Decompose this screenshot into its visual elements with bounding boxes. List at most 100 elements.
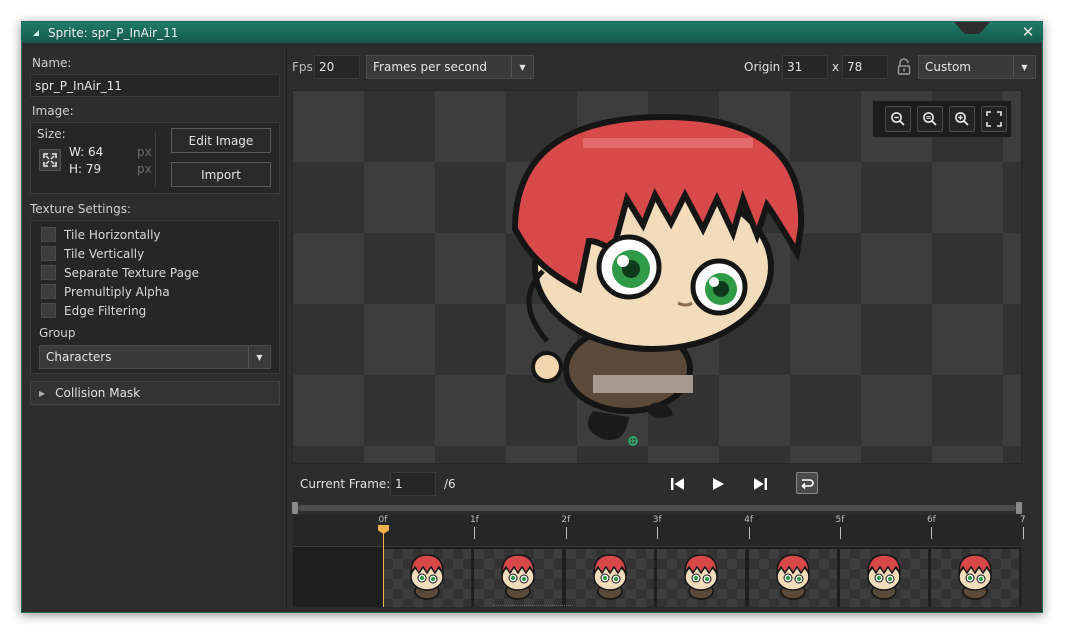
name-field[interactable]: spr_P_InAir_11 bbox=[30, 74, 280, 97]
image-label: Image: bbox=[32, 104, 74, 118]
resize-icon[interactable] bbox=[39, 149, 61, 171]
width-unit: px bbox=[137, 145, 152, 159]
texture-settings-panel: Tile Horizontally Tile Vertically Separa… bbox=[30, 220, 280, 374]
expand-arrow-icon[interactable]: ▶ bbox=[39, 389, 45, 398]
character-thumbnail bbox=[593, 554, 627, 600]
range-track bbox=[298, 505, 1016, 511]
zoom-reset-icon[interactable] bbox=[917, 106, 943, 132]
title-bar[interactable]: ◢ Sprite: spr_P_InAir_11 ✕ bbox=[22, 22, 1042, 43]
fps-input[interactable]: 20 bbox=[314, 55, 360, 79]
timeline-ruler[interactable]: 0f 1f 2f 3f 4f 5f 6f 7 bbox=[293, 515, 1026, 547]
ruler-tick bbox=[657, 527, 659, 539]
ruler-tick-label: 1f bbox=[469, 515, 479, 525]
skip-forward-icon[interactable] bbox=[752, 476, 768, 495]
zoom-in-icon[interactable] bbox=[949, 106, 975, 132]
import-button[interactable]: Import bbox=[171, 162, 271, 187]
sprite-view: Fps 20 Frames per second ▼ Origin 31 x 7… bbox=[292, 48, 1038, 608]
title-notch bbox=[954, 22, 990, 34]
frame-thumbnail[interactable] bbox=[474, 549, 564, 607]
skip-back-icon[interactable] bbox=[670, 476, 686, 495]
frame-timeline[interactable]: 0f 1f 2f 3f 4f 5f 6f 7 bbox=[292, 514, 1026, 608]
collision-mask-section[interactable]: ▶ Collision Mask bbox=[30, 381, 280, 405]
range-end-handle[interactable] bbox=[1016, 502, 1022, 514]
character-thumbnail bbox=[410, 554, 444, 600]
frame-thumbnail[interactable] bbox=[840, 549, 929, 607]
origin-separator: x bbox=[832, 60, 840, 74]
zoom-out-icon[interactable] bbox=[885, 106, 911, 132]
chevron-down-icon[interactable]: ▼ bbox=[511, 56, 533, 78]
fps-label: Fps bbox=[292, 60, 313, 74]
play-icon[interactable] bbox=[710, 476, 726, 495]
ruler-tick-label: 4f bbox=[744, 515, 754, 525]
ruler-tick bbox=[748, 527, 750, 539]
resize-grip[interactable] bbox=[493, 605, 573, 607]
fullscreen-icon[interactable] bbox=[981, 106, 1007, 132]
origin-preset-dropdown[interactable]: Custom ▼ bbox=[918, 55, 1036, 79]
ruler-tick bbox=[1022, 527, 1024, 539]
sprite-canvas[interactable] bbox=[292, 90, 1022, 464]
collapse-icon[interactable]: ◢ bbox=[28, 28, 44, 37]
fps-mode-dropdown[interactable]: Frames per second ▼ bbox=[366, 55, 534, 79]
group-value: Characters bbox=[46, 350, 112, 364]
character-thumbnail bbox=[775, 554, 810, 600]
tile-horizontally-checkbox[interactable]: Tile Horizontally bbox=[41, 227, 161, 242]
ruler-tick-label: 7 bbox=[1019, 515, 1026, 525]
checkbox-box[interactable] bbox=[41, 303, 56, 318]
window-title: Sprite: spr_P_InAir_11 bbox=[48, 25, 179, 40]
character-thumbnail bbox=[501, 554, 536, 600]
checkbox-box[interactable] bbox=[41, 246, 56, 261]
edge-filtering-checkbox[interactable]: Edge Filtering bbox=[41, 303, 146, 318]
ruler-tick-label: 3f bbox=[652, 515, 662, 525]
checkbox-box[interactable] bbox=[41, 265, 56, 280]
ruler-tick-label: 6f bbox=[926, 515, 936, 525]
current-frame-label: Current Frame: bbox=[300, 477, 391, 491]
premultiply-alpha-checkbox[interactable]: Premultiply Alpha bbox=[41, 284, 170, 299]
frame-controls: Current Frame: 1 /6 bbox=[292, 468, 1022, 500]
collision-mask-label: Collision Mask bbox=[55, 386, 141, 400]
playhead[interactable] bbox=[378, 525, 389, 607]
zoom-toolbar bbox=[873, 101, 1011, 137]
ruler-tick bbox=[840, 527, 841, 539]
timeline-range-slider[interactable] bbox=[292, 502, 1022, 514]
image-panel: Size: W: 64 H: 79 px px Edit Image Impor… bbox=[30, 122, 280, 194]
close-icon[interactable]: ✕ bbox=[1018, 22, 1038, 43]
frame-total: /6 bbox=[444, 477, 456, 491]
frame-thumbnail[interactable] bbox=[565, 549, 655, 607]
current-frame-input[interactable]: 1 bbox=[390, 472, 436, 496]
size-label: Size: bbox=[37, 127, 66, 141]
checkbox-box[interactable] bbox=[41, 227, 56, 242]
size-divider bbox=[155, 131, 156, 187]
frame-thumbnail[interactable] bbox=[748, 549, 838, 607]
ruler-tick-label: 5f bbox=[835, 515, 845, 525]
ruler-tick-label: 2f bbox=[561, 515, 571, 525]
character-thumbnail bbox=[867, 554, 901, 600]
range-start-handle[interactable] bbox=[292, 502, 298, 514]
frame-thumbnail[interactable] bbox=[931, 549, 1021, 607]
group-label: Group bbox=[39, 326, 76, 340]
tile-vertically-checkbox[interactable]: Tile Vertically bbox=[41, 246, 144, 261]
ruler-tick bbox=[474, 527, 476, 539]
character-thumbnail bbox=[684, 554, 718, 600]
fps-mode-value: Frames per second bbox=[373, 60, 487, 74]
checkbox-box[interactable] bbox=[41, 284, 56, 299]
sprite-editor-window: ◢ Sprite: spr_P_InAir_11 ✕ Name: spr_P_I… bbox=[21, 21, 1043, 613]
separate-texture-page-checkbox[interactable]: Separate Texture Page bbox=[41, 265, 199, 280]
ruler-tick bbox=[931, 527, 933, 539]
checkbox-label: Tile Horizontally bbox=[64, 227, 161, 242]
chevron-down-icon[interactable]: ▼ bbox=[1013, 56, 1035, 78]
checkbox-label: Edge Filtering bbox=[64, 303, 147, 318]
loop-icon[interactable] bbox=[796, 472, 818, 494]
frame-thumbnail[interactable] bbox=[383, 549, 472, 607]
lock-icon[interactable] bbox=[896, 58, 912, 76]
name-label: Name: bbox=[32, 56, 72, 70]
group-dropdown[interactable]: Characters ▼ bbox=[39, 345, 271, 369]
origin-y-input[interactable]: 78 bbox=[842, 55, 888, 79]
panel-divider bbox=[286, 48, 287, 608]
chevron-down-icon[interactable]: ▼ bbox=[248, 346, 270, 368]
height-value: H: 79 bbox=[69, 162, 102, 176]
edit-image-button[interactable]: Edit Image bbox=[171, 128, 271, 153]
ruler-tick-label: 0f bbox=[378, 515, 388, 525]
origin-x-input[interactable]: 31 bbox=[782, 55, 828, 79]
origin-label: Origin bbox=[744, 60, 781, 74]
frame-thumbnail[interactable] bbox=[657, 549, 747, 607]
